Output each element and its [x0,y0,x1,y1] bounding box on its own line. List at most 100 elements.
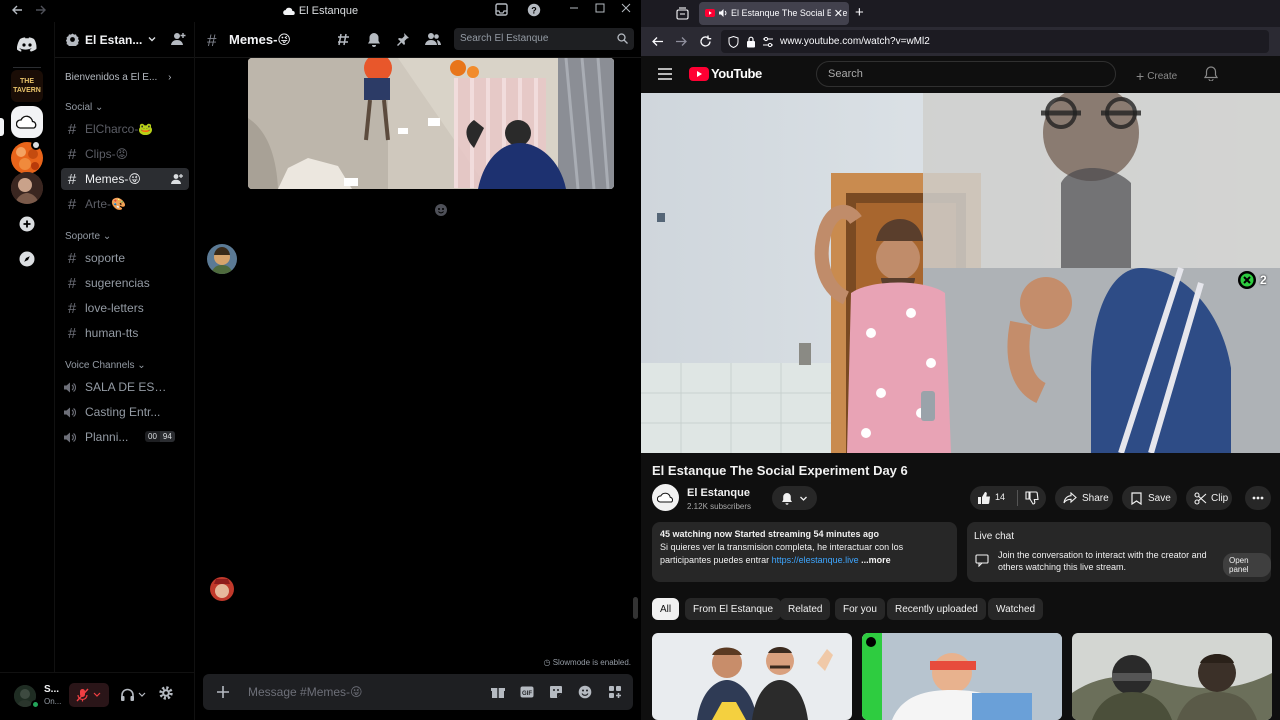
youtube-logo[interactable]: YouTube [689,66,762,81]
category-support[interactable]: Soporte ⌄ [65,231,111,242]
cloud-logo-icon [16,115,37,129]
share-button[interactable]: Share [1055,486,1113,510]
maximize-icon[interactable] [595,3,611,19]
tab-overview-icon[interactable] [676,7,689,20]
video-thumbnail[interactable] [652,633,852,720]
svg-text:GIF: GIF [522,691,532,697]
emoji-icon[interactable] [578,685,592,699]
add-reaction-icon[interactable] [434,203,448,217]
category-social-label: Social [65,102,93,113]
add-member-icon[interactable] [171,173,183,185]
mute-button[interactable] [69,683,109,707]
inbox-icon[interactable] [495,3,511,19]
category-voice[interactable]: Voice Channels ⌄ [65,360,146,371]
chip-from-channel[interactable]: From El Estanque [685,598,782,620]
server-el-estanque[interactable] [11,106,43,138]
more-actions-button[interactable] [1245,486,1271,510]
channel-clips[interactable]: # Clips-😡 [61,143,189,165]
settings-gear-icon[interactable] [158,685,174,701]
members-list-icon[interactable] [425,32,441,46]
message-image-attachment[interactable] [248,58,614,189]
voice-channel-casting[interactable]: Casting Entr... [61,401,189,423]
server-portrait[interactable] [11,172,43,204]
avatar[interactable] [207,574,237,604]
channel-elcharco[interactable]: # ElCharco-🐸 [61,118,189,140]
voice-count: 00 [145,431,160,442]
add-server-button[interactable] [11,208,43,240]
reload-icon[interactable] [699,35,712,48]
create-button[interactable]: + Create [1136,68,1177,84]
close-tab-icon[interactable]: ✕ [830,7,843,20]
minimize-icon[interactable] [569,3,585,19]
speaker-icon[interactable] [718,8,728,18]
explore-servers-button[interactable] [11,243,43,275]
clip-button[interactable]: Clip [1186,486,1232,510]
browser-tab-active[interactable]: El Estanque The Social Expe ✕ [699,2,849,25]
url-bar[interactable]: www.youtube.com/watch?v=wMl2 [721,30,1269,53]
sticker-icon[interactable] [549,685,563,699]
voice-channel-sala[interactable]: SALA DE ESPE... [61,376,189,398]
live-chat-text: Join the conversation to interact with t… [998,550,1207,572]
apps-icon[interactable] [608,685,622,699]
invite-people-icon[interactable] [171,32,186,46]
back-arrow-icon[interactable] [651,35,664,48]
search-input[interactable]: Search El Estanque [454,28,634,50]
hamburger-menu-icon[interactable] [658,68,672,80]
chip-all[interactable]: All [652,598,680,620]
help-icon[interactable]: ? [527,3,543,19]
video-thumbnail[interactable] [1072,633,1272,720]
voice-channel-planning[interactable]: Planni... 00 94 [61,426,189,448]
chip-related[interactable]: Related [780,598,831,620]
description-link[interactable]: https://elestanque.live [772,555,859,565]
channel-memes[interactable]: # Memes-😜 [61,168,189,190]
dislike-button[interactable] [1025,491,1039,505]
avatar[interactable] [207,244,237,274]
discord-home-button[interactable] [11,28,43,60]
message-composer[interactable]: Message #Memes-😜 GIF [203,674,633,710]
guild-header[interactable]: El Estan... [55,22,195,58]
forward-arrow-icon[interactable] [675,35,688,48]
channel-human-tts[interactable]: # human-tts [61,322,189,344]
channel-avatar[interactable] [652,484,679,511]
upload-plus-icon[interactable] [215,684,231,700]
channel-label: soporte [85,251,126,265]
gif-icon[interactable]: GIF [520,685,534,699]
open-panel-button[interactable]: Open panel [1223,553,1271,577]
chat-scrollbar[interactable] [633,597,638,619]
new-tab-plus-icon[interactable]: + [855,4,864,21]
message-input[interactable]: Message #Memes-😜 [248,685,363,699]
more-link[interactable]: ...more [859,555,891,565]
chip-for-you[interactable]: For you [835,598,885,620]
save-button[interactable]: Save [1122,486,1177,510]
save-label: Save [1148,492,1171,504]
video-thumbnail[interactable] [862,633,1062,720]
notification-bell-icon[interactable] [367,32,381,47]
subscription-bell-button[interactable] [772,486,817,510]
search-input[interactable]: Search [816,61,1116,87]
permissions-icon[interactable] [762,37,774,47]
deafen-button[interactable] [115,683,153,707]
welcome-channel[interactable]: Bienvenidos a El E... › [65,72,171,83]
channel-arte[interactable]: # Arte-🎨 [61,193,189,215]
server-tavern-label: THE TAVERN [13,78,41,94]
gift-icon[interactable] [491,685,505,699]
category-social[interactable]: Social ⌄ [65,102,103,113]
pin-icon[interactable] [396,32,410,46]
channel-soporte[interactable]: # soporte [61,247,189,269]
guild-badge-icon [66,33,79,46]
shield-icon[interactable] [728,36,739,48]
channel-label: Clips-😡 [85,147,129,161]
close-icon[interactable] [621,3,637,19]
like-button[interactable] [977,491,991,505]
channel-love-letters[interactable]: # love-letters [61,297,189,319]
notification-bell-icon[interactable] [1204,66,1218,81]
channel-sugerencias[interactable]: # sugerencias [61,272,189,294]
video-player[interactable]: 2 [641,93,1280,453]
chip-watched[interactable]: Watched [988,598,1044,620]
add-icon [19,216,35,232]
threads-icon[interactable] [337,32,352,47]
channel-name[interactable]: El Estanque [687,487,750,499]
chip-recently-uploaded[interactable]: Recently uploaded [887,598,986,620]
video-description[interactable]: 45 watching now Started streaming 54 min… [652,522,957,582]
server-the-tavern[interactable]: THE TAVERN [11,70,43,102]
